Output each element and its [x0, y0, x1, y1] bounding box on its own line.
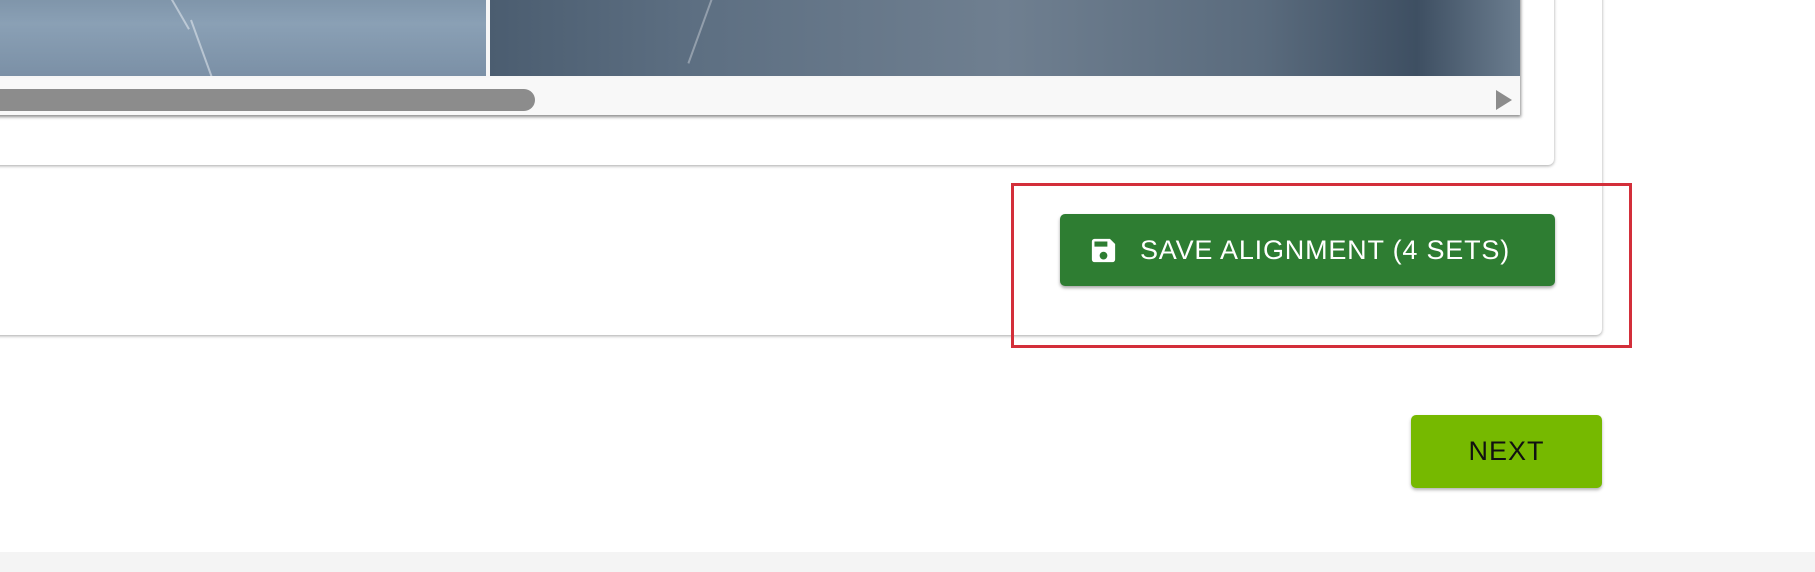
- save-alignment-label: SAVE ALIGNMENT (4 SETS): [1140, 234, 1510, 265]
- scroll-right-arrow-icon[interactable]: [1496, 90, 1512, 110]
- aligned-image-right[interactable]: [490, 0, 1520, 76]
- image-strip: [0, 0, 1520, 76]
- aligned-image-left[interactable]: [0, 0, 486, 76]
- image-viewer[interactable]: [0, 0, 1520, 115]
- next-button[interactable]: NEXT: [1411, 415, 1602, 488]
- page: SAVE ALIGNMENT (4 SETS) NEXT: [0, 0, 1815, 572]
- next-label: NEXT: [1468, 436, 1545, 466]
- save-alignment-button[interactable]: SAVE ALIGNMENT (4 SETS): [1060, 214, 1555, 286]
- footer-band: [0, 552, 1815, 572]
- floppy-disk-icon: [1091, 238, 1116, 262]
- horizontal-scrollbar[interactable]: [0, 78, 1520, 115]
- scrollbar-thumb[interactable]: [0, 89, 535, 111]
